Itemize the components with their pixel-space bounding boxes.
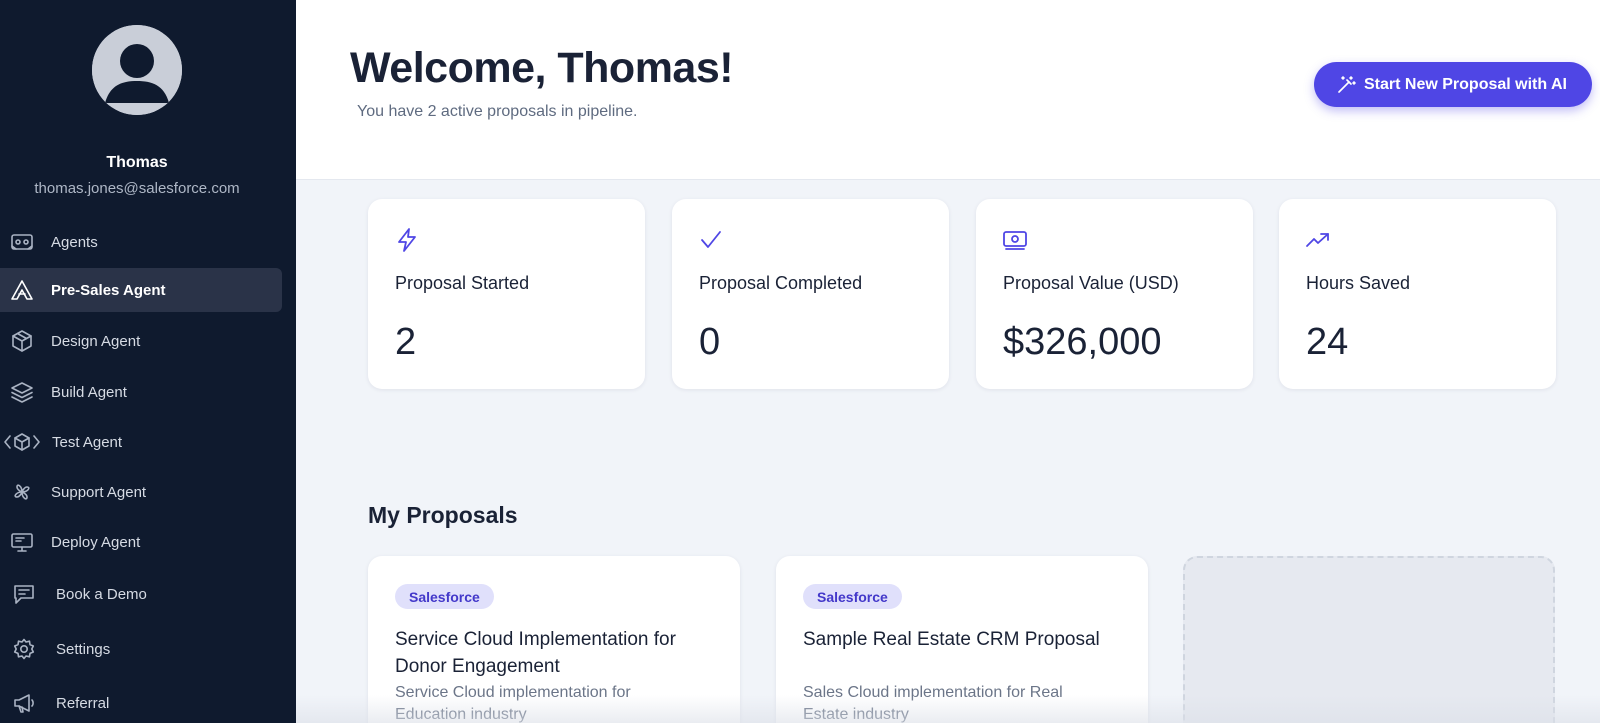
start-new-proposal-label: Start New Proposal with AI: [1364, 75, 1567, 93]
user-email: thomas.jones@salesforce.com: [34, 180, 240, 197]
sidebar-item-design-agent[interactable]: Design Agent: [0, 319, 282, 363]
sidebar-item-support-agent[interactable]: Support Agent: [0, 470, 282, 514]
proposal-description: Sales Cloud implementation for Real Esta…: [803, 684, 1063, 723]
stat-label: Proposal Started: [395, 273, 530, 293]
agents-icon: [10, 231, 34, 253]
sidebar-item-deploy-agent[interactable]: Deploy Agent: [0, 520, 282, 564]
sidebar-item-label: Support Agent: [51, 483, 147, 501]
sidebar-item-label: Referral: [56, 694, 110, 712]
sidebar-item-label: Deploy Agent: [51, 533, 141, 551]
check-icon: [698, 227, 724, 253]
avatar[interactable]: [92, 25, 182, 115]
stat-value: 24: [1306, 321, 1349, 363]
sidebar: Thomas thomas.jones@salesforce.com Agent…: [0, 0, 296, 723]
proposal-card[interactable]: Salesforce Service Cloud Implementation …: [368, 556, 740, 723]
lightning-icon: [394, 227, 420, 253]
sidebar-item-label: Agents: [51, 233, 98, 251]
stat-card-proposal-value: Proposal Value (USD) $326,000: [976, 199, 1253, 389]
monitor-icon: [10, 531, 34, 553]
layers-icon: [10, 381, 34, 403]
magic-wand-icon: [1336, 75, 1356, 95]
cube-icon: [10, 330, 34, 352]
stat-value: 2: [395, 321, 417, 363]
sidebar-item-test-agent[interactable]: Test Agent: [0, 420, 282, 464]
chat-icon: [12, 583, 36, 605]
support-icon: [10, 481, 34, 503]
sidebar-item-pre-sales-agent[interactable]: Pre-Sales Agent: [0, 268, 282, 312]
start-new-proposal-button[interactable]: Start New Proposal with AI: [1314, 62, 1592, 107]
stat-label: Proposal Value (USD): [1003, 273, 1179, 293]
sidebar-item-label: Design Agent: [51, 332, 141, 350]
gear-icon: [12, 638, 36, 660]
proposal-description: Service Cloud implementation for Educati…: [395, 684, 631, 723]
section-title-my-proposals: My Proposals: [368, 502, 518, 528]
stat-card-proposal-started: Proposal Started 2: [368, 199, 645, 389]
page-header: Welcome, Thomas! You have 2 active propo…: [296, 0, 1600, 180]
sidebar-item-label: Pre-Sales Agent: [51, 281, 166, 299]
sidebar-item-referral[interactable]: Referral: [0, 681, 282, 723]
stat-card-proposal-completed: Proposal Completed 0: [672, 199, 949, 389]
page-title: Welcome, Thomas!: [350, 44, 734, 92]
sidebar-item-build-agent[interactable]: Build Agent: [0, 370, 282, 414]
stat-value: 0: [699, 321, 721, 363]
stat-value: $326,000: [1003, 321, 1162, 363]
proposal-placeholder-card[interactable]: [1183, 556, 1555, 723]
user-name: Thomas: [106, 154, 168, 171]
presales-icon: [10, 279, 34, 301]
sidebar-item-book-a-demo[interactable]: Book a Demo: [0, 572, 282, 616]
sidebar-item-label: Settings: [56, 640, 111, 658]
trending-up-icon: [1305, 227, 1331, 253]
sidebar-item-label: Book a Demo: [56, 585, 147, 603]
proposal-title: Sample Real Estate CRM Proposal: [803, 629, 1100, 650]
money-icon: [1002, 227, 1028, 253]
megaphone-icon: [12, 692, 36, 714]
proposal-tag: Salesforce: [803, 584, 902, 609]
user-avatar-icon: [92, 25, 182, 115]
sidebar-item-label: Build Agent: [51, 383, 127, 401]
stat-label: Hours Saved: [1306, 273, 1411, 293]
proposal-tag: Salesforce: [395, 584, 494, 609]
page-subtitle: You have 2 active proposals in pipeline.: [357, 103, 638, 120]
proposal-card[interactable]: Salesforce Sample Real Estate CRM Propos…: [776, 556, 1148, 723]
stat-label: Proposal Completed: [699, 273, 863, 293]
sidebar-item-label: Test Agent: [52, 433, 123, 451]
proposal-title: Service Cloud Implementation for Donor E…: [395, 629, 676, 677]
code-box-icon: [4, 431, 40, 453]
stat-card-hours-saved: Hours Saved 24: [1279, 199, 1556, 389]
sidebar-item-settings[interactable]: Settings: [0, 627, 282, 671]
sidebar-item-agents[interactable]: Agents: [0, 220, 282, 264]
